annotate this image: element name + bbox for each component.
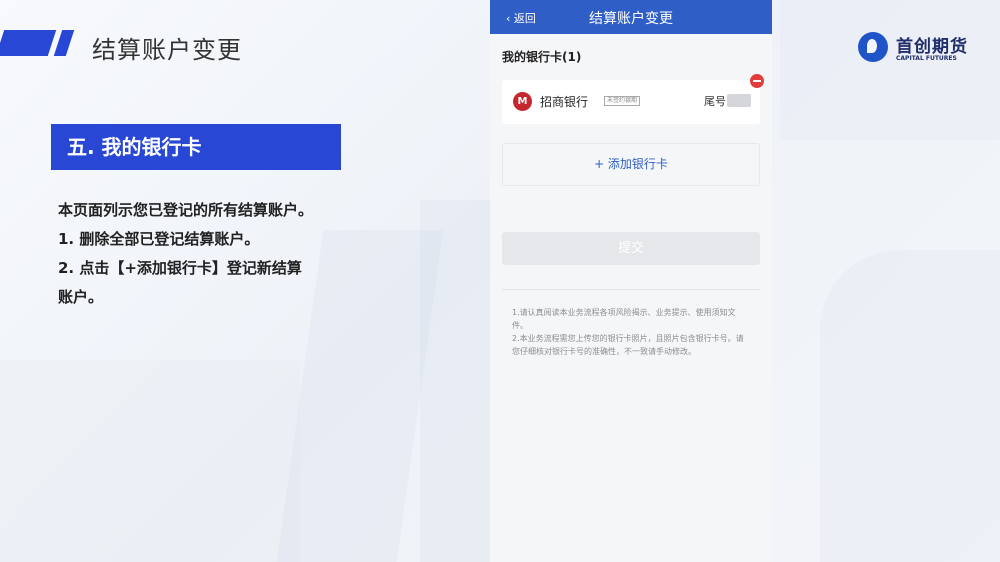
notes: 1.请认真阅读本业务流程各项风险揭示、业务提示、使用须知文件。 2.本业务流程需… [512, 306, 744, 358]
description-line: 2. 点击【+添加银行卡】登记新结算 [58, 259, 302, 277]
company-name-en: CAPITAL FUTURES [896, 55, 957, 62]
delete-card-icon[interactable] [750, 74, 764, 88]
nav-title: 结算账户变更 [589, 11, 673, 27]
header-accent-bar [53, 30, 75, 56]
slide-title: 结算账户变更 [92, 36, 242, 64]
description-line: 1. 删除全部已登记结算账户。 [58, 230, 260, 248]
background-building [0, 360, 300, 562]
cmb-bank-icon: M [513, 92, 532, 111]
company-name: 首创期货 [896, 37, 968, 57]
submit-button[interactable]: 提交 [502, 232, 760, 265]
bank-status-tag: 未签约银期 [604, 96, 641, 106]
description-line: 本页面列示您已登记的所有结算账户。 [58, 201, 314, 219]
header-accent-bar [0, 30, 57, 56]
company-logo-icon [858, 32, 888, 62]
nav-bar: ‹ 返回 结算账户变更 [490, 0, 772, 34]
description-line: 账户。 [58, 288, 104, 306]
bank-card-item[interactable]: M 招商银行 未签约银期 尾号 [502, 74, 764, 124]
background-building [820, 250, 1000, 562]
tail-number-masked [727, 94, 751, 107]
bank-card-count-label: 我的银行卡(1) [502, 50, 582, 64]
phone-screen: ‹ 返回 结算账户变更 我的银行卡(1) M 招商银行 未签约银期 尾号 + 添… [490, 0, 772, 562]
note-item: 2.本业务流程需您上传您的银行卡照片，且照片包含银行卡号。请您仔细核对银行卡号的… [512, 334, 744, 356]
divider [502, 289, 760, 290]
background-building [780, 0, 1000, 140]
background-building [420, 200, 490, 562]
tail-number-label: 尾号 [704, 95, 726, 108]
bank-name: 招商银行 [540, 95, 589, 109]
note-item: 1.请认真阅读本业务流程各项风险揭示、业务提示、使用须知文件。 [512, 308, 736, 330]
description: 本页面列示您已登记的所有结算账户。 1. 删除全部已登记结算账户。 2. 点击【… [58, 196, 348, 312]
section-heading: 五. 我的银行卡 [51, 124, 341, 170]
add-bank-card-button[interactable]: + 添加银行卡 [502, 143, 760, 186]
